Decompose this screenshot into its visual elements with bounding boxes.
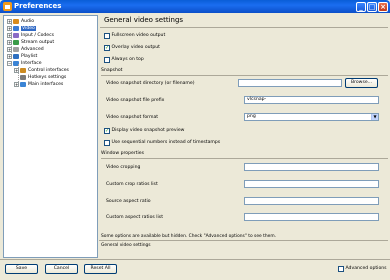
snapshot-preview-checkbox[interactable]: ✓	[104, 128, 110, 134]
expand-icon[interactable]: +	[7, 25, 12, 31]
expand-icon[interactable]: +	[7, 18, 12, 24]
tree-item-label: Stream output	[21, 39, 55, 45]
snapshot-heading: Snapshot	[101, 68, 123, 73]
tree-item-input-codecs[interactable]: + Input / Codecs	[7, 32, 54, 38]
vlc-app-icon	[3, 2, 12, 11]
expand-icon[interactable]: +	[7, 32, 12, 38]
overlay-checkbox-row[interactable]: ✓ Overlay video output	[104, 45, 160, 51]
video-icon	[13, 25, 19, 31]
overlay-checkbox[interactable]: ✓	[104, 45, 110, 51]
window-title: Preferences	[14, 2, 62, 10]
title-bar: Preferences _ □ ×	[0, 0, 390, 13]
maximize-button[interactable]: □	[367, 1, 377, 12]
advanced-options-checkbox[interactable]	[338, 266, 344, 272]
control-interfaces-icon	[20, 67, 26, 73]
checkbox-label: Always on top	[111, 57, 144, 63]
always-on-top-checkbox-row[interactable]: Always on top	[104, 57, 144, 63]
stream-output-icon	[13, 39, 19, 45]
fullscreen-checkbox[interactable]	[104, 33, 110, 39]
panel-title: General video settings	[104, 16, 184, 24]
expand-icon[interactable]: +	[7, 53, 12, 59]
tree-item-control-interfaces[interactable]: + Control interfaces	[14, 67, 69, 73]
browse-button[interactable]: Browse...	[345, 78, 378, 88]
reset-all-button[interactable]: Reset All	[84, 264, 117, 274]
tree-item-audio[interactable]: + Audio	[7, 18, 34, 24]
checkbox-label: Use sequential numbers instead of timest…	[111, 140, 221, 146]
sequential-numbers-checkbox-row[interactable]: Use sequential numbers instead of timest…	[104, 140, 220, 146]
custom-aspect-ratios-label: Custom aspect ratios list	[106, 215, 163, 220]
always-on-top-checkbox[interactable]	[104, 57, 110, 63]
tree-item-main-interfaces[interactable]: + Main interfaces	[14, 81, 63, 87]
custom-crop-ratios-label: Custom crop ratios list	[106, 182, 158, 187]
tree-item-advanced[interactable]: + Advanced	[7, 46, 44, 52]
divider	[100, 27, 388, 28]
snapshot-directory-input[interactable]	[238, 79, 342, 87]
snapshot-prefix-input[interactable]: vlcsnap-	[244, 96, 379, 104]
tree-item-stream-output[interactable]: + Stream output	[7, 39, 54, 45]
minimize-button[interactable]: _	[356, 1, 366, 12]
source-aspect-ratio-label: Source aspect ratio	[106, 199, 151, 204]
tree-item-label: Interface	[21, 60, 42, 66]
divider	[0, 259, 390, 260]
divider	[99, 240, 388, 241]
snapshot-directory-label: Video snapshot directory (or filename)	[106, 81, 195, 86]
tree-item-label: Advanced	[21, 46, 44, 52]
divider	[101, 75, 388, 76]
video-cropping-label: Video cropping	[106, 165, 141, 170]
snapshot-format-label: Video snapshot format	[106, 115, 159, 120]
selected-value: png	[247, 114, 256, 119]
snapshot-format-select[interactable]: png ▼	[244, 113, 379, 121]
hotkeys-icon	[20, 74, 26, 80]
expand-icon[interactable]: +	[7, 46, 12, 52]
tree-item-label: Playlist	[21, 53, 38, 59]
hidden-options-note: Some options are available but hidden. C…	[101, 234, 277, 239]
tree-item-label: Audio	[21, 18, 35, 24]
checkbox-label: Fullscreen video output	[111, 33, 166, 39]
tree-item-label: Input / Codecs	[21, 32, 55, 38]
snapshot-preview-checkbox-row[interactable]: ✓ Display video snapshot preview	[104, 128, 184, 134]
status-text: General video settings	[101, 243, 151, 248]
tree-item-label: Video	[21, 25, 36, 31]
expand-icon[interactable]: +	[14, 81, 19, 87]
snapshot-prefix-label: Video snapshot file prefix	[106, 98, 165, 103]
divider	[101, 158, 388, 159]
tree-item-video[interactable]: + Video	[7, 25, 36, 31]
close-button[interactable]: ×	[378, 1, 388, 12]
custom-crop-ratios-input[interactable]	[244, 180, 379, 188]
save-button[interactable]: Save	[5, 264, 38, 274]
sequential-numbers-checkbox[interactable]	[104, 140, 110, 146]
tree-item-playlist[interactable]: + Playlist	[7, 53, 37, 59]
tree-item-label: Control interfaces	[28, 67, 69, 73]
checkbox-label: Overlay video output	[111, 45, 160, 51]
tree-item-label: Hotkeys settings	[28, 74, 67, 80]
main-interfaces-icon	[20, 81, 26, 87]
tree-item-label: Main interfaces	[28, 81, 64, 87]
codecs-icon	[13, 32, 19, 38]
expand-icon[interactable]: +	[7, 39, 12, 45]
advanced-icon	[13, 46, 19, 52]
preferences-tree[interactable]: + Audio + Video + Input / Codecs + Strea…	[3, 15, 98, 258]
chevron-down-icon[interactable]: ▼	[371, 114, 378, 120]
advanced-options-checkbox-row[interactable]: Advanced options	[338, 266, 387, 272]
collapse-icon[interactable]: −	[7, 60, 12, 66]
window-properties-heading: Window properties	[101, 151, 145, 156]
checkbox-label: Advanced options	[345, 266, 387, 272]
custom-aspect-ratios-input[interactable]	[244, 213, 379, 221]
tree-item-hotkeys[interactable]: Hotkeys settings	[20, 74, 66, 80]
cancel-button[interactable]: Cancel	[45, 264, 78, 274]
playlist-icon	[13, 53, 19, 59]
tree-item-interface[interactable]: − Interface	[7, 60, 42, 66]
audio-icon	[13, 18, 19, 24]
expand-icon[interactable]: +	[14, 67, 19, 73]
fullscreen-checkbox-row[interactable]: Fullscreen video output	[104, 33, 165, 39]
video-cropping-input[interactable]	[244, 163, 379, 171]
checkbox-label: Display video snapshot preview	[111, 128, 185, 134]
source-aspect-ratio-input[interactable]	[244, 197, 379, 205]
